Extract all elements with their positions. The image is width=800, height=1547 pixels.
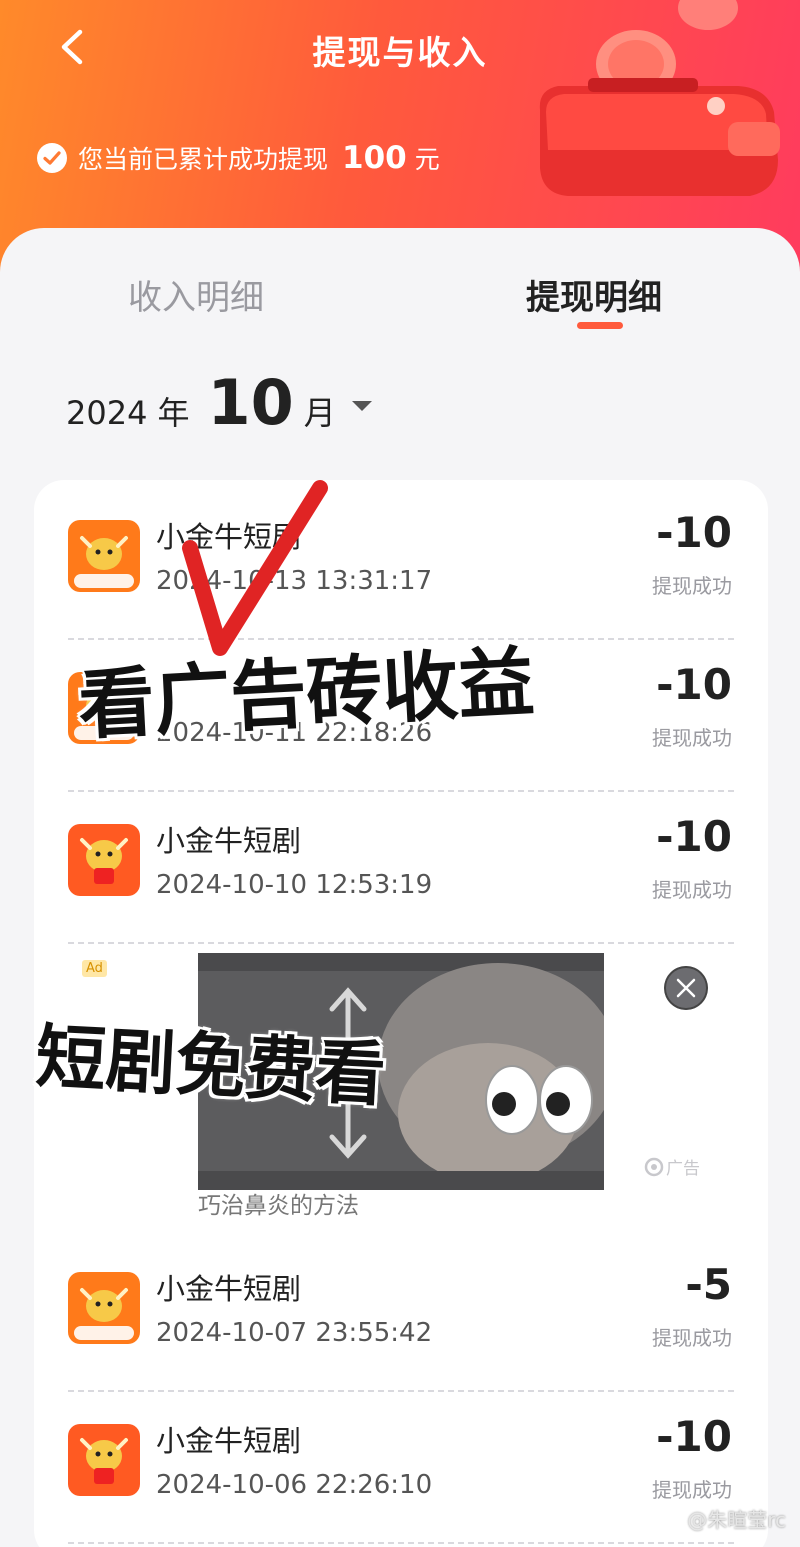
tab-income-details[interactable]: 收入明细 bbox=[128, 270, 264, 319]
check-circle-icon bbox=[37, 143, 67, 173]
record-amount: -10 bbox=[656, 508, 732, 557]
app-logo-icon bbox=[68, 824, 140, 896]
record-status: 提现成功 bbox=[652, 1326, 732, 1350]
list-item[interactable]: 小金牛短剧 2024-10-13 13:31:17 -10 提现成功 bbox=[68, 490, 734, 640]
app-logo-icon bbox=[68, 1424, 140, 1496]
record-status: 提现成功 bbox=[652, 878, 732, 902]
ad-caption: 巧治鼻炎的方法 bbox=[198, 1193, 359, 1219]
list-item[interactable]: 小金牛短剧 2024-10-07 23:55:42 -5 提现成功 bbox=[68, 1242, 734, 1392]
overlay-caption-free-drama: 短剧免费看 bbox=[32, 1014, 390, 1118]
record-amount: -10 bbox=[656, 812, 732, 861]
month-picker[interactable]: 2024 年 10 月 bbox=[66, 366, 372, 439]
wallet-icon bbox=[539, 0, 780, 196]
summary-unit: 元 bbox=[414, 145, 440, 174]
active-tab-indicator bbox=[577, 322, 623, 329]
app-name: 小金牛短剧 bbox=[156, 824, 302, 858]
record-status: 提现成功 bbox=[652, 726, 732, 750]
summary-amount: 100 bbox=[342, 140, 407, 176]
record-status: 提现成功 bbox=[652, 1478, 732, 1502]
year-value: 2024 bbox=[66, 394, 148, 432]
ad-label: 广告 bbox=[642, 1154, 700, 1179]
ad-badge: Ad bbox=[82, 960, 107, 977]
list-item[interactable]: 小金牛短剧 2024-10-06 22:26:10 -10 提现成功 bbox=[68, 1394, 734, 1544]
eyes-emoji-icon bbox=[485, 1065, 593, 1135]
app-logo-icon bbox=[68, 520, 140, 592]
tab-withdraw-details[interactable]: 提现明细 bbox=[526, 270, 662, 319]
app-name: 小金牛短剧 bbox=[156, 1424, 302, 1458]
record-time: 2024-10-10 12:53:19 bbox=[156, 870, 433, 900]
month-value: 10 bbox=[207, 366, 294, 439]
content-panel: 收入明细 提现明细 2024 年 10 月 小金牛短剧 2024-10-13 1… bbox=[0, 228, 800, 1547]
summary-text: 您当前已累计成功提现 bbox=[78, 145, 329, 174]
ad-label-text: 广告 bbox=[666, 1159, 700, 1179]
year-unit: 年 bbox=[157, 394, 190, 432]
app-name: 小金牛短剧 bbox=[156, 1272, 302, 1306]
record-amount: -10 bbox=[656, 1412, 732, 1461]
record-time: 2024-10-07 23:55:42 bbox=[156, 1318, 433, 1348]
dropdown-caret-icon bbox=[351, 400, 372, 411]
month-unit: 月 bbox=[303, 394, 336, 432]
withdraw-summary: 您当前已累计成功提现 100 元 bbox=[36, 140, 440, 176]
record-amount: -10 bbox=[656, 660, 732, 709]
list-item[interactable]: 小金牛短剧 2024-10-10 12:53:19 -10 提现成功 bbox=[68, 794, 734, 944]
watermark: @朱暄莹rc bbox=[687, 1508, 786, 1532]
record-amount: -5 bbox=[685, 1260, 732, 1309]
record-status: 提现成功 bbox=[652, 574, 732, 598]
ad-logo-icon bbox=[644, 1157, 664, 1176]
record-time: 2024-10-06 22:26:10 bbox=[156, 1470, 433, 1500]
app-logo-icon bbox=[68, 1272, 140, 1344]
close-ad-icon[interactable] bbox=[664, 966, 708, 1010]
